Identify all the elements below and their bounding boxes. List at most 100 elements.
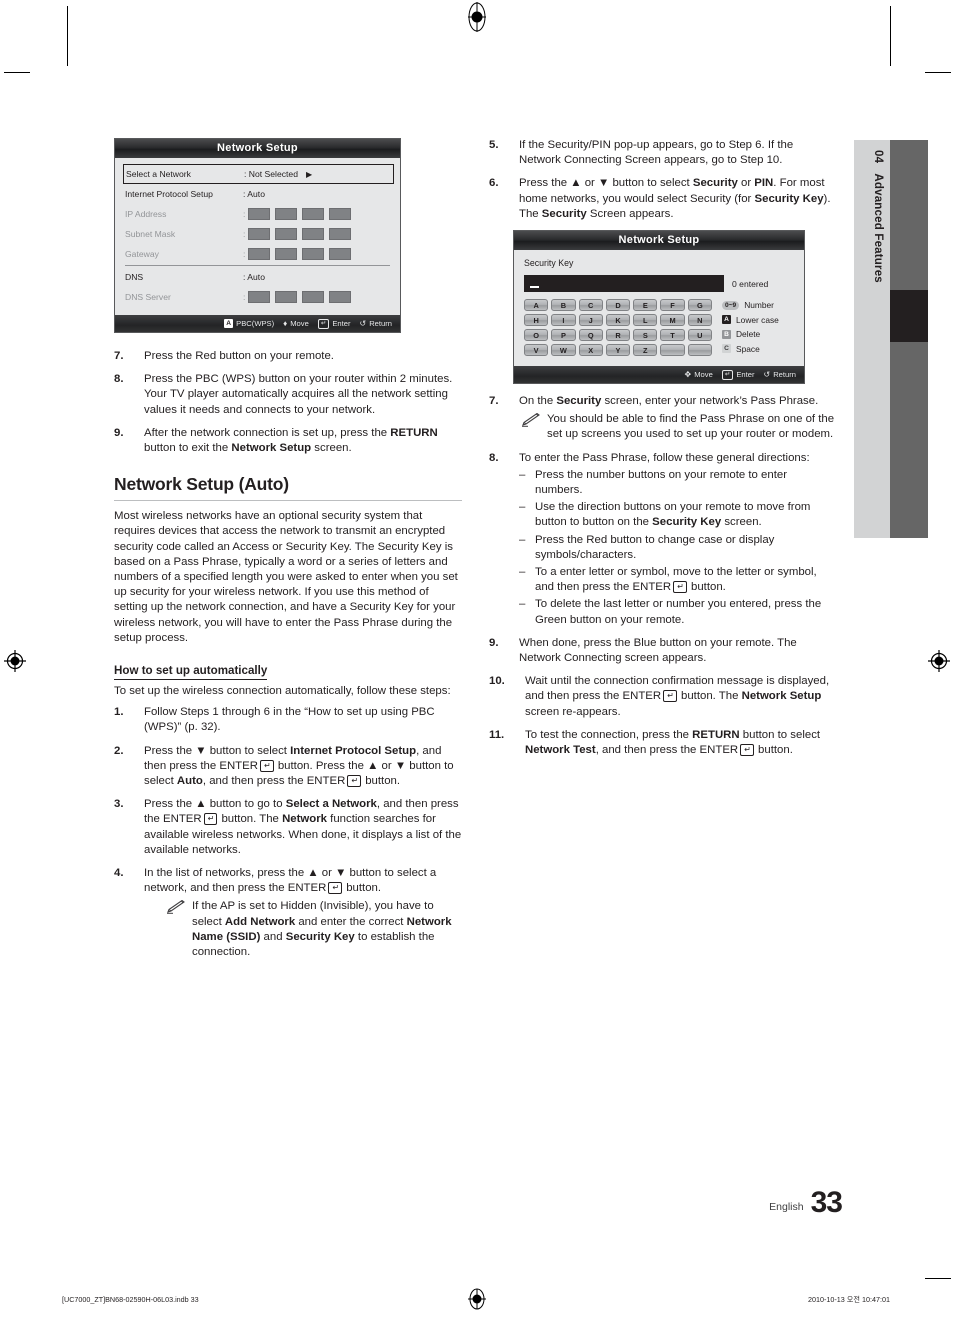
key-o[interactable]: O [524,329,549,342]
manual-page: 04 Advanced Features Network Setup Selec… [0,0,954,1321]
osd-footer-hints: A PBC(WPS) ♦ Move ↵ Enter ↺ Return [115,315,400,332]
osd-row-gateway: Gateway : [125,244,390,264]
crop-mark-top-left-v [67,6,68,66]
keyboard-area: A B C D E F G H I J K L M N O P Q R S T … [524,299,794,357]
key-x[interactable]: X [578,344,603,357]
key-h[interactable]: H [524,314,549,327]
hint-label: Delete [736,329,761,340]
hint-delete: B Delete [722,329,794,339]
key-s[interactable]: S [633,329,658,342]
osd-row-dns[interactable]: DNS : Auto [125,267,390,287]
octet-box [329,248,352,260]
key-n[interactable]: N [687,314,712,327]
step-number: 8. [489,451,499,464]
hint-label: Enter [736,370,755,380]
dash-bullet: – [519,501,526,514]
list-item: 8. To enter the Pass Phrase, follow thes… [489,451,837,628]
list-item: 1. Follow Steps 1 through 6 in the “How … [114,705,462,735]
osd-colon: : [243,292,246,302]
octet-box [275,208,298,220]
list-item: 10. Wait until the connection confirmati… [489,674,837,720]
key-j[interactable]: J [578,314,603,327]
page-title: Network Setup (Auto) [114,474,289,495]
bullet-text: Press the Red button to change case or d… [535,533,775,561]
key-m[interactable]: M [660,314,685,327]
octet-group [248,228,352,240]
key-k[interactable]: K [605,314,631,327]
list-item: 7. Press the Red button on your remote. [114,349,462,364]
osd-row-ip-address: IP Address : [125,204,390,224]
octet-group [248,208,352,220]
keyboard-hints: 0~9 Number A Lower case B Delete C Space [722,299,794,356]
osd-value: : Not Selected ▶ [244,169,389,179]
left-steps: 1. Follow Steps 1 through 6 in the “How … [114,705,462,960]
key-b[interactable]: B [551,299,576,312]
right-steps-bottom: 9. When done, press the Blue button on y… [489,636,837,758]
key-q[interactable]: Q [578,329,603,342]
chevron-right-icon: ▶ [305,169,313,179]
hint-label: Return [773,370,796,380]
list-item: 9. When done, press the Blue button on y… [489,636,837,666]
enter-key-icon: ↵ [673,581,687,594]
key-d[interactable]: D [605,299,631,312]
octet-box [248,208,271,220]
step-number: 5. [489,139,499,151]
key-l[interactable]: L [633,314,658,327]
registration-mark-top [468,2,486,32]
key-blank-1[interactable] [660,344,685,357]
bullet-text: To delete the last letter or number you … [535,598,822,626]
key-y[interactable]: Y [605,344,631,357]
security-key-label: Security Key [524,258,574,269]
osd-title: Network Setup [514,231,804,251]
key-e[interactable]: E [633,299,658,312]
list-item: – Use the direction buttons on your remo… [519,500,837,530]
intro-paragraph: Most wireless networks have an optional … [114,510,458,644]
octet-box [275,291,298,303]
osd-value: : [243,248,390,260]
registration-mark-left [4,650,26,672]
key-r[interactable]: R [605,329,631,342]
red-button-icon: A [722,315,731,325]
chapter-number: 04 [872,150,884,164]
key-z[interactable]: Z [633,344,658,357]
key-t[interactable]: T [660,329,685,342]
octet-box [329,228,352,240]
key-u[interactable]: U [687,329,712,342]
security-key-input[interactable] [524,275,724,293]
step-number: 7. [489,395,499,408]
key-c[interactable]: C [578,299,603,312]
key-w[interactable]: W [551,344,576,357]
key-blank-2[interactable] [687,344,712,357]
list-item: – To delete the last letter or number yo… [519,597,837,627]
pencil-note-icon [521,413,541,428]
hint-label: PBC(WPS) [236,319,275,328]
page-number: 33 [810,1186,843,1219]
red-button-icon: A [224,319,234,328]
updown-arrow-icon: ♦ [283,319,288,328]
osd-title: Network Setup [115,139,400,158]
key-g[interactable]: G [687,299,712,312]
enter-key-icon: ↵ [203,813,218,826]
step-number: 6. [489,177,499,190]
chapter-tab: 04 Advanced Features [854,140,890,538]
osd-row-select-network[interactable]: Select a Network : Not Selected ▶ [123,164,394,184]
key-i[interactable]: I [551,314,576,327]
hint-return: ↺ Return [360,319,393,328]
list-item: – Press the number buttons on your remot… [519,468,837,498]
key-v[interactable]: V [524,344,549,357]
step-text: Press the Red button on your remote. [144,350,334,362]
step-text: Press the PBC (WPS) button on your route… [144,373,453,416]
key-a[interactable]: A [524,299,549,312]
step-text: Press the ▼ button to select Internet Pr… [144,744,454,788]
key-p[interactable]: P [551,329,576,342]
osd-row-internet-protocol-setup[interactable]: Internet Protocol Setup : Auto [125,184,390,204]
note-block: If the AP is set to Hidden (Invisible), … [164,899,462,960]
octet-box [302,208,325,220]
key-f[interactable]: F [660,299,685,312]
enter-key-icon: ↵ [663,690,677,703]
hint-return: ↺ Return [764,370,797,379]
osd-label: IP Address [125,209,167,219]
return-arrow-icon: ↺ [359,319,367,328]
osd-label: Gateway [125,249,159,259]
list-item: – To a enter letter or symbol, move to t… [519,565,837,595]
